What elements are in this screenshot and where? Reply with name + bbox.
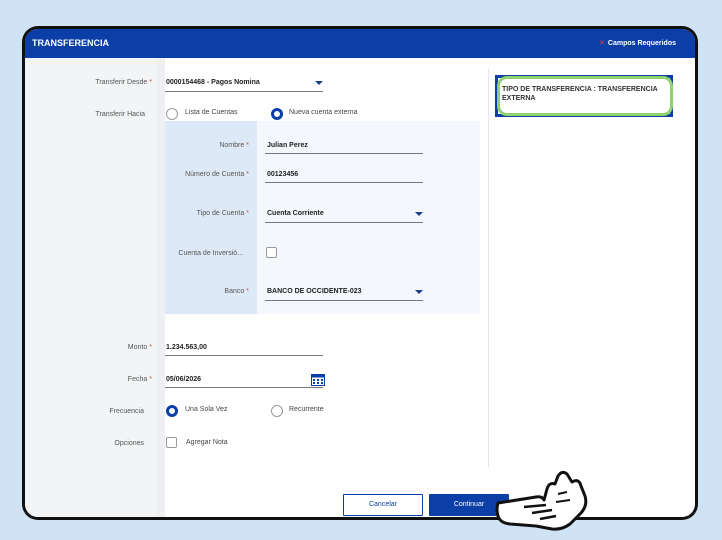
account-number-field[interactable]: 00123456 bbox=[267, 171, 298, 178]
pointing-hand-icon bbox=[495, 470, 588, 531]
right-panel-divider bbox=[488, 69, 489, 467]
radio-recurrente[interactable] bbox=[271, 405, 283, 417]
investment-account-checkbox[interactable] bbox=[266, 247, 277, 258]
date-field[interactable]: 05/06/2026 bbox=[166, 376, 201, 383]
required-fields-note: ✕ Campos Requeridos bbox=[599, 39, 676, 47]
chevron-down-icon[interactable] bbox=[315, 81, 323, 85]
transfer-type-text: TIPO DE TRANSFERENCIA : TRANSFERENCIA EX… bbox=[502, 86, 658, 102]
bank-value[interactable]: BANCO DE OCCIDENTE-023 bbox=[267, 288, 362, 295]
account-type-value[interactable]: Cuenta Corriente bbox=[267, 210, 324, 217]
date-underline bbox=[165, 387, 323, 388]
radio-lista-cuentas-label: Lista de Cuentas bbox=[185, 109, 238, 116]
name-label: Nombre * bbox=[219, 142, 249, 149]
radio-recurrente-label: Recurrente bbox=[289, 406, 324, 413]
required-fields-label: Campos Requeridos bbox=[607, 40, 676, 47]
cancel-button[interactable]: Cancelar bbox=[343, 494, 423, 516]
radio-una-sola-vez-label: Una Sola Vez bbox=[185, 406, 228, 413]
name-field-underline bbox=[265, 153, 423, 154]
account-type-select[interactable] bbox=[265, 222, 423, 223]
frequency-label: Frecuencia bbox=[109, 408, 144, 415]
external-account-label-panel bbox=[165, 121, 257, 314]
header-bar: TRANSFERENCIA ✕ Campos Requeridos bbox=[25, 29, 695, 58]
chevron-down-icon[interactable] bbox=[415, 212, 423, 216]
account-type-label: Tipo de Cuenta * bbox=[196, 210, 249, 217]
from-account-select[interactable] bbox=[165, 91, 323, 92]
page-title: TRANSFERENCIA bbox=[32, 38, 110, 48]
chevron-down-icon[interactable] bbox=[415, 290, 423, 294]
label-column bbox=[25, 58, 157, 517]
from-label: Transferir Desde * bbox=[95, 79, 152, 86]
to-label: Transferir Hacia bbox=[95, 111, 145, 118]
required-star-icon: ✕ bbox=[599, 40, 605, 47]
calendar-icon[interactable] bbox=[311, 373, 325, 386]
investment-account-label: Cuenta de Inversió... bbox=[178, 250, 243, 257]
bank-label: Banco * bbox=[224, 288, 249, 295]
column-divider bbox=[157, 58, 165, 517]
radio-nueva-cuenta[interactable] bbox=[271, 108, 283, 120]
radio-nueva-cuenta-label: Nueva cuenta externa bbox=[289, 109, 358, 116]
from-account-value[interactable]: 0000154468 - Pagos Nomina bbox=[166, 79, 260, 86]
add-note-checkbox[interactable] bbox=[166, 437, 177, 448]
transfer-screen: TRANSFERENCIA ✕ Campos Requeridos Transfe… bbox=[25, 29, 695, 517]
device-frame: TRANSFERENCIA ✕ Campos Requeridos Transfe… bbox=[22, 26, 698, 520]
add-note-label: Agregar Nota bbox=[186, 439, 228, 446]
account-number-underline bbox=[265, 182, 423, 183]
external-account-field-panel bbox=[257, 121, 480, 314]
options-label: Opciones bbox=[114, 440, 144, 447]
radio-una-sola-vez[interactable] bbox=[166, 405, 178, 417]
amount-field[interactable]: 1.234.563,00 bbox=[166, 344, 207, 351]
name-field[interactable]: Julian Perez bbox=[267, 142, 308, 149]
amount-underline bbox=[165, 355, 323, 356]
date-label: Fecha * bbox=[127, 376, 152, 383]
amount-label: Monto * bbox=[127, 344, 152, 351]
account-number-label: Número de Cuenta * bbox=[185, 171, 249, 178]
bank-select[interactable] bbox=[265, 300, 423, 301]
radio-lista-cuentas[interactable] bbox=[166, 108, 178, 120]
